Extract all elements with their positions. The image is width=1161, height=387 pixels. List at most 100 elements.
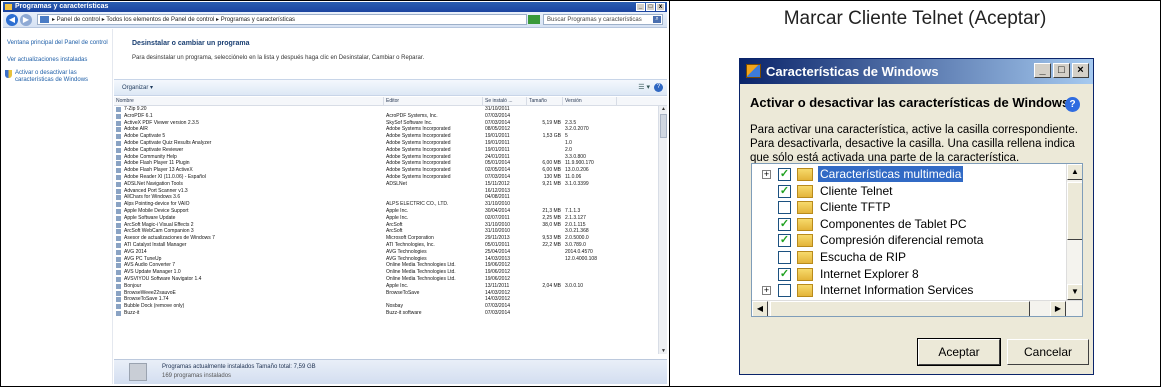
column-header-name[interactable]: Nombre — [114, 97, 384, 106]
program-row[interactable]: ArcSoft WebCam Companion 3 ArcSoft 31/10/2… — [114, 228, 657, 235]
program-row[interactable]: Bubble Dock (remove only) Nosbay 07/03/201… — [114, 303, 657, 310]
scroll-thumb[interactable] — [660, 114, 667, 138]
program-publisher: Adobe Systems Incorporated — [386, 153, 451, 160]
ok-button[interactable]: Aceptar — [917, 338, 1001, 366]
feature-row[interactable]: + ✓ Características multimedia — [752, 166, 1068, 183]
program-row[interactable]: Adobe Captivate 5 Adobe Systems Incorpora… — [114, 133, 657, 140]
tree-scroll-right-arrow[interactable]: ▶ — [1050, 301, 1066, 316]
expand-icon[interactable]: + — [762, 170, 771, 179]
program-row[interactable]: Apple Software Update Apple Inc. 02/07/201… — [114, 215, 657, 222]
cancel-button[interactable]: Cancelar — [1007, 339, 1089, 365]
feature-label[interactable]: Internet Explorer 8 — [818, 266, 921, 282]
feature-checkbox[interactable]: ✓ — [778, 267, 791, 281]
dialog-close-button[interactable]: × — [1072, 63, 1089, 78]
tree-vertical-scrollbar[interactable]: ▲ ▼ — [1066, 164, 1082, 300]
program-row[interactable]: AVG 2014 AVG Technologies 25/04/2014 2014.0… — [114, 249, 657, 256]
feature-row[interactable]: + Internet Information Services — [752, 282, 1068, 299]
sidebar-link-installed-updates[interactable]: Ver actualizaciones instaladas — [3, 54, 112, 67]
feature-label[interactable]: Componentes de Tablet PC — [818, 216, 969, 232]
scroll-down-arrow[interactable]: ▼ — [660, 348, 667, 354]
back-arrow-icon[interactable]: ◀ — [6, 14, 18, 26]
program-publisher: Adobe Systems Incorporated — [386, 146, 451, 153]
sidebar-link-windows-features-label: Activar o desactivar las características… — [15, 70, 89, 83]
program-row[interactable]: Asesor de actualizaciones de Windows 7 Mi… — [114, 235, 657, 242]
program-row[interactable]: Advanced Port Scanner v1.3 16/12/2013 — [114, 188, 657, 195]
program-row[interactable]: Alps Pointing-device for VAIO ALPS ELECTR… — [114, 201, 657, 208]
help-icon[interactable]: ? — [1065, 97, 1080, 112]
feature-checkbox[interactable]: ✓ — [778, 217, 791, 231]
program-row[interactable]: Adobe Flash Player 13 ActiveX Adobe Syste… — [114, 167, 657, 174]
feature-row[interactable]: ✓ Internet Explorer 8 — [752, 266, 1068, 283]
refresh-icon[interactable] — [528, 15, 540, 24]
close-button[interactable]: x — [656, 3, 665, 11]
feature-row[interactable]: ✓ Componentes de Tablet PC — [752, 216, 1068, 233]
address-bar[interactable]: ▸ Panel de control ▸ Todos los elementos… — [37, 14, 527, 25]
forward-arrow-icon[interactable]: ▶ — [20, 14, 32, 26]
program-row[interactable]: Adobe Captivate Reviewer Adobe Systems In… — [114, 147, 657, 154]
program-row[interactable]: Apple Mobile Device Support Apple Inc. 30/… — [114, 208, 657, 215]
program-row[interactable]: AVS Audio Converter 7 Online Media Techno… — [114, 262, 657, 269]
expand-icon[interactable]: + — [762, 286, 771, 296]
program-icon — [116, 140, 121, 146]
feature-row[interactable]: ✓ Cliente Telnet — [752, 183, 1068, 200]
program-row[interactable]: AcroPDF 6.1 AcroPDF Systems, Inc. 07/03/20… — [114, 113, 657, 120]
sidebar-link-control-panel-home[interactable]: Ventana principal del Panel de control — [3, 37, 112, 50]
feature-row[interactable]: Escucha de RIP — [752, 249, 1068, 266]
program-row[interactable]: AVSVIYOU Software Navigator 1.4 Online Me… — [114, 276, 657, 283]
column-header-size[interactable]: Tamaño — [527, 97, 563, 106]
help-icon[interactable]: ? — [654, 83, 663, 92]
tree-scroll-up-arrow[interactable]: ▲ — [1067, 164, 1082, 180]
dialog-description: Para activar una característica, active … — [750, 124, 1078, 164]
program-row[interactable]: Adobe Reader XI (11.0.06) - Español Adobe… — [114, 174, 657, 181]
column-header-publisher[interactable]: Editor — [384, 97, 483, 106]
program-row[interactable]: AllChars for Windows 3.6 04/08/2011 — [114, 194, 657, 201]
views-icon[interactable]: ☰ ▾ — [638, 83, 650, 92]
feature-label[interactable]: Características multimedia — [818, 166, 964, 182]
programs-scrollbar[interactable]: ▲ ▼ — [658, 106, 667, 354]
feature-label[interactable]: Cliente TFTP — [818, 199, 892, 215]
feature-checkbox[interactable]: ✓ — [778, 184, 791, 198]
maximize-button[interactable]: □ — [646, 3, 655, 11]
feature-label[interactable]: Escucha de RIP — [818, 249, 908, 265]
sidebar-link-windows-features[interactable]: Activar o desactivar las características… — [3, 67, 112, 87]
dialog-maximize-button[interactable]: □ — [1053, 63, 1070, 78]
feature-checkbox[interactable] — [778, 250, 791, 264]
feature-checkbox[interactable] — [778, 284, 791, 298]
program-row[interactable]: ActiveX PDF Viewer version 2.3.5 SkySof S… — [114, 120, 657, 127]
feature-checkbox[interactable]: ✓ — [778, 234, 791, 248]
tree-horizontal-scrollbar[interactable]: ◀ ▶ — [752, 300, 1082, 316]
minimize-button[interactable]: _ — [636, 3, 645, 11]
scroll-up-arrow[interactable]: ▲ — [660, 106, 667, 112]
search-input[interactable]: Buscar Programas y características ⌕ — [543, 14, 663, 25]
program-row[interactable]: Adobe AIR Adobe Systems Incorporated 08/05… — [114, 126, 657, 133]
program-row[interactable]: Bonjour Apple Inc. 13/11/2011 2,04 MB 3.0.0.… — [114, 283, 657, 290]
feature-checkbox[interactable]: ✓ — [778, 168, 791, 181]
tree-scroll-down-arrow[interactable]: ▼ — [1067, 284, 1082, 300]
program-row[interactable]: AVG PC TuneUp AVG Technologies 14/03/2013 1… — [114, 256, 657, 263]
feature-row[interactable]: ✓ Compresión diferencial remota — [752, 232, 1068, 249]
organize-button[interactable]: Organizar ▾ — [122, 84, 153, 91]
feature-checkbox[interactable] — [778, 201, 791, 215]
program-row[interactable]: Buzz-it Buzz-it software 07/03/2014 — [114, 310, 657, 317]
feature-label[interactable]: Cliente Telnet — [818, 183, 895, 199]
program-row[interactable]: BrowseToSave 1.74 14/03/2012 — [114, 296, 657, 303]
search-icon[interactable]: ⌕ — [653, 16, 661, 23]
program-row[interactable]: Adobe Captivate Quiz Results Analyzer Ado… — [114, 140, 657, 147]
program-row[interactable]: ArcSoft Magic-i Visual Effects 2 ArcSoft 3… — [114, 222, 657, 229]
feature-label[interactable]: Compresión diferencial remota — [818, 232, 985, 248]
program-row[interactable]: ADSLNet Navigation Tools ADSLNet 15/11/201… — [114, 181, 657, 188]
program-row[interactable]: ATI Catalyst Install Manager ATI Technolo… — [114, 242, 657, 249]
tree-hscroll-thumb[interactable] — [770, 301, 1030, 316]
feature-row[interactable]: Cliente TFTP — [752, 199, 1068, 216]
program-row[interactable]: Adobe Community Help Adobe Systems Incorp… — [114, 154, 657, 161]
program-row[interactable]: BrowseWeee22sauvoE BrowseToSave 14/03/2012 — [114, 290, 657, 297]
column-header-version[interactable]: Versión — [563, 97, 617, 106]
program-row[interactable]: 7-Zip 9.20 31/10/2011 — [114, 106, 657, 113]
column-header-installed-on[interactable]: Se instaló ... — [483, 97, 527, 106]
tree-vscroll-thumb[interactable] — [1067, 182, 1082, 240]
feature-label[interactable]: Internet Information Services — [818, 282, 975, 298]
dialog-minimize-button[interactable]: _ — [1034, 63, 1051, 78]
program-row[interactable]: AVS Update Manager 1.0 Online Media Techn… — [114, 269, 657, 276]
tree-scroll-left-arrow[interactable]: ◀ — [752, 301, 768, 316]
program-row[interactable]: Adobe Flash Player 11 Plugin Adobe System… — [114, 160, 657, 167]
